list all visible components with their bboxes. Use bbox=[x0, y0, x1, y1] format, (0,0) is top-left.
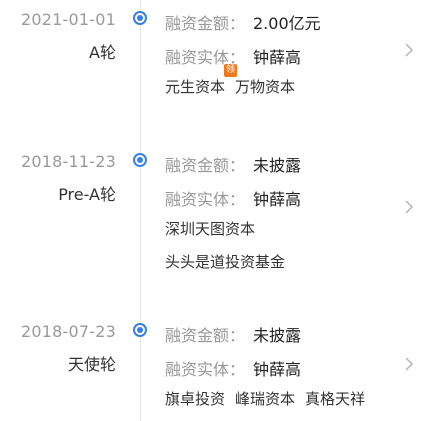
timeline-dot-icon bbox=[133, 323, 147, 337]
entity-value: 钟薛高 bbox=[253, 48, 302, 67]
amount-row: 融资金额： 2.00亿元 bbox=[165, 10, 321, 34]
investor-name[interactable]: 头头是道投资基金 bbox=[165, 251, 395, 272]
investor-name[interactable]: 万物资本 bbox=[235, 76, 295, 97]
round-date: 2018-11-23 bbox=[21, 152, 116, 171]
funding-round-item[interactable]: 2018-11-23 Pre-A轮 融资金额： 未披露 融资实体： 钟薛高 深圳天图… bbox=[0, 148, 430, 298]
chevron-right-icon[interactable] bbox=[404, 357, 414, 371]
round-date: 2018-07-23 bbox=[21, 322, 116, 341]
amount-row: 融资金额： 未披露 bbox=[165, 322, 301, 346]
investor-list: 元生资本 领 万物资本 bbox=[165, 64, 405, 109]
investor-label: 万物资本 bbox=[235, 78, 296, 96]
timeline-dot-icon bbox=[133, 153, 147, 167]
investor-name[interactable]: 元生资本 领 bbox=[165, 64, 238, 97]
round-name: A轮 bbox=[89, 43, 116, 62]
timeline-dot-icon bbox=[133, 11, 147, 25]
entity-label: 融资实体： bbox=[165, 360, 246, 379]
round-name: 天使轮 bbox=[67, 355, 116, 374]
entity-value: 钟薛高 bbox=[253, 360, 302, 379]
amount-label: 融资金额： bbox=[165, 156, 246, 175]
amount-value: 未披露 bbox=[253, 156, 302, 175]
entity-label: 融资实体： bbox=[165, 48, 246, 67]
round-name: Pre-A轮 bbox=[58, 185, 116, 204]
chevron-right-icon[interactable] bbox=[404, 43, 414, 57]
entity-label: 融资实体： bbox=[165, 190, 246, 209]
entity-row: 融资实体： 钟薛高 bbox=[165, 186, 301, 210]
entity-row: 融资实体： 钟薛高 bbox=[165, 356, 301, 380]
investor-name[interactable]: 真格天祥 bbox=[305, 388, 365, 409]
funding-round-item[interactable]: 2021-01-01 A轮 融资金额： 2.00亿元 融资实体： 钟薛高 元生资本 … bbox=[0, 6, 430, 126]
funding-round-item[interactable]: 2018-07-23 天使轮 融资金额： 未披露 融资实体： 钟薛高 旗卓投资 峰瑞资… bbox=[0, 318, 430, 421]
round-date: 2021-01-01 bbox=[21, 10, 116, 29]
investor-list: 旗卓投资 峰瑞资本 真格天祥 bbox=[165, 388, 405, 421]
amount-row: 融资金额： 未披露 bbox=[165, 152, 301, 176]
amount-value: 未披露 bbox=[253, 326, 302, 345]
investor-list: 深圳天图资本 头头是道投资基金 bbox=[165, 218, 405, 284]
investor-name[interactable]: 深圳天图资本 bbox=[165, 218, 395, 239]
amount-label: 融资金额： bbox=[165, 326, 246, 345]
investor-name[interactable]: 旗卓投资 bbox=[165, 388, 225, 409]
chevron-right-icon[interactable] bbox=[404, 200, 414, 214]
amount-value: 2.00亿元 bbox=[253, 14, 321, 33]
investor-label: 元生资本 bbox=[165, 78, 226, 96]
investor-name[interactable]: 峰瑞资本 bbox=[235, 388, 295, 409]
entity-value: 钟薛高 bbox=[253, 190, 302, 209]
amount-label: 融资金额： bbox=[165, 14, 246, 33]
